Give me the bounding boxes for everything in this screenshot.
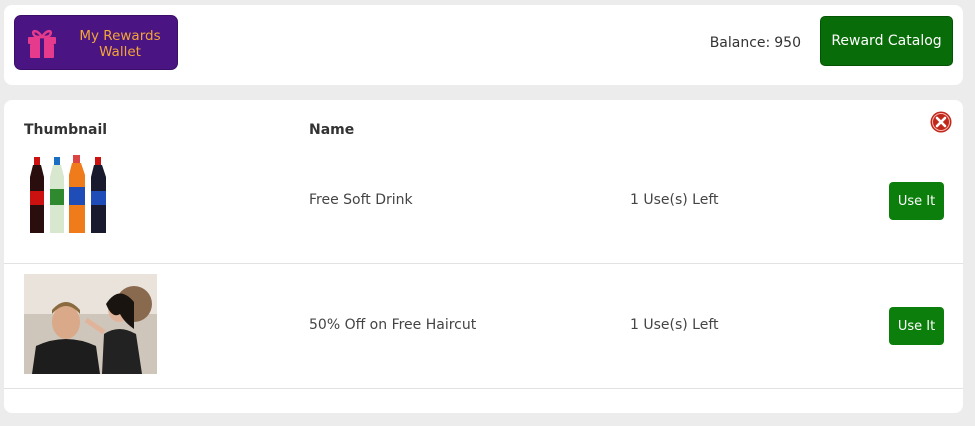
table-row: Free Soft Drink 1 Use(s) Left Use It — [4, 145, 963, 264]
my-rewards-wallet-button[interactable]: My Rewards Wallet — [14, 15, 178, 70]
wallet-label: My Rewards Wallet — [79, 27, 161, 60]
soft-drink-thumbnail — [30, 155, 106, 233]
reward-name: Free Soft Drink — [309, 192, 413, 208]
rewards-panel: Thumbnail Name Free Soft Drink 1 Use(s) … — [4, 100, 963, 413]
close-icon[interactable] — [930, 111, 952, 133]
uses-left: 1 Use(s) Left — [630, 192, 719, 208]
use-it-button[interactable]: Use It — [889, 182, 944, 220]
column-header-name: Name — [309, 122, 355, 138]
table-row: 50% Off on Free Haircut 1 Use(s) Left Us… — [4, 264, 963, 389]
column-header-thumbnail: Thumbnail — [24, 122, 108, 138]
header-bar: My Rewards Wallet Balance: 950 Reward Cat… — [4, 5, 963, 85]
haircut-thumbnail — [24, 274, 157, 374]
uses-left: 1 Use(s) Left — [630, 317, 719, 333]
balance-value: 950 — [774, 35, 801, 51]
balance-label: Balance: — [709, 35, 771, 51]
reward-name: 50% Off on Free Haircut — [309, 317, 477, 333]
balance-display: Balance: 950 — [710, 35, 801, 51]
gift-icon — [28, 29, 56, 58]
use-it-button[interactable]: Use It — [889, 307, 944, 345]
reward-catalog-button[interactable]: Reward Catalog — [820, 16, 953, 66]
